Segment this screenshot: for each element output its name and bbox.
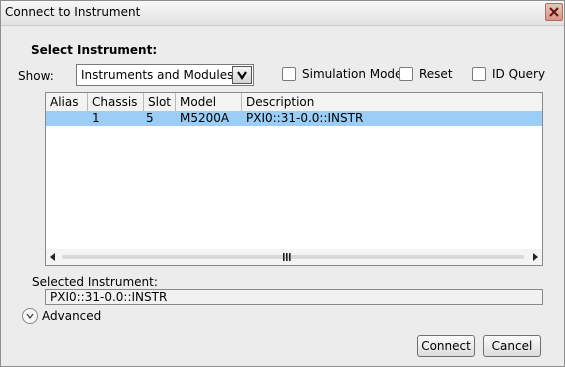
select-instrument-heading: Select Instrument: [31,43,158,57]
id-query-checkbox[interactable] [472,67,486,81]
close-button[interactable] [545,3,563,21]
scroll-left-icon[interactable] [50,253,56,261]
expand-icon[interactable] [22,308,38,324]
cell-description: PXI0::31-0.0::INSTR [246,111,364,125]
advanced-label: Advanced [42,309,102,323]
grid-header: Alias Chassis Slot Model Description [46,93,542,112]
horizontal-scrollbar[interactable] [46,249,542,265]
reset-checkbox[interactable] [399,67,413,81]
show-label: Show: [18,69,54,83]
scroll-grip-icon [283,253,291,261]
cell-slot: 5 [146,111,154,125]
simulation-mode-option[interactable]: Simulation Mode [282,67,402,81]
column-header-slot[interactable]: Slot [144,93,176,111]
column-header-model[interactable]: Model [176,93,242,111]
simulation-mode-label: Simulation Mode [302,67,403,81]
title-bar: Connect to Instrument [1,1,564,26]
id-query-label: ID Query [492,67,546,81]
window-title: Connect to Instrument [5,5,141,19]
show-dropdown-value: Instruments and Modules [81,68,234,82]
column-header-alias[interactable]: Alias [46,93,88,111]
simulation-mode-checkbox[interactable] [282,67,296,81]
column-header-description[interactable]: Description [242,93,542,111]
reset-label: Reset [419,67,453,81]
close-icon [549,7,559,17]
connect-dialog: Connect to Instrument Select Instrument:… [0,0,565,367]
reset-option[interactable]: Reset [399,67,453,81]
table-row[interactable]: 1 5 M5200A PXI0::31-0.0::INSTR [46,111,542,126]
cell-chassis: 1 [92,111,100,125]
id-query-option[interactable]: ID Query [472,67,545,81]
cell-model: M5200A [180,111,230,125]
scrollbar-thumb[interactable] [62,255,524,259]
dropdown-arrow-button[interactable] [232,66,252,84]
column-header-chassis[interactable]: Chassis [88,93,144,111]
scroll-right-icon[interactable] [532,253,538,261]
chevron-down-icon [26,313,34,319]
cancel-button[interactable]: Cancel [483,335,541,357]
chevron-down-icon [237,71,247,80]
instrument-grid[interactable]: Alias Chassis Slot Model Description 1 5… [45,92,543,266]
connect-button[interactable]: Connect [417,335,475,357]
selected-instrument-label: Selected Instrument: [32,275,158,289]
show-dropdown[interactable]: Instruments and Modules [76,64,254,86]
selected-instrument-value: PXI0::31-0.0::INSTR [50,290,168,304]
advanced-toggle[interactable]: Advanced [22,308,101,324]
selected-instrument-field: PXI0::31-0.0::INSTR [45,289,543,305]
